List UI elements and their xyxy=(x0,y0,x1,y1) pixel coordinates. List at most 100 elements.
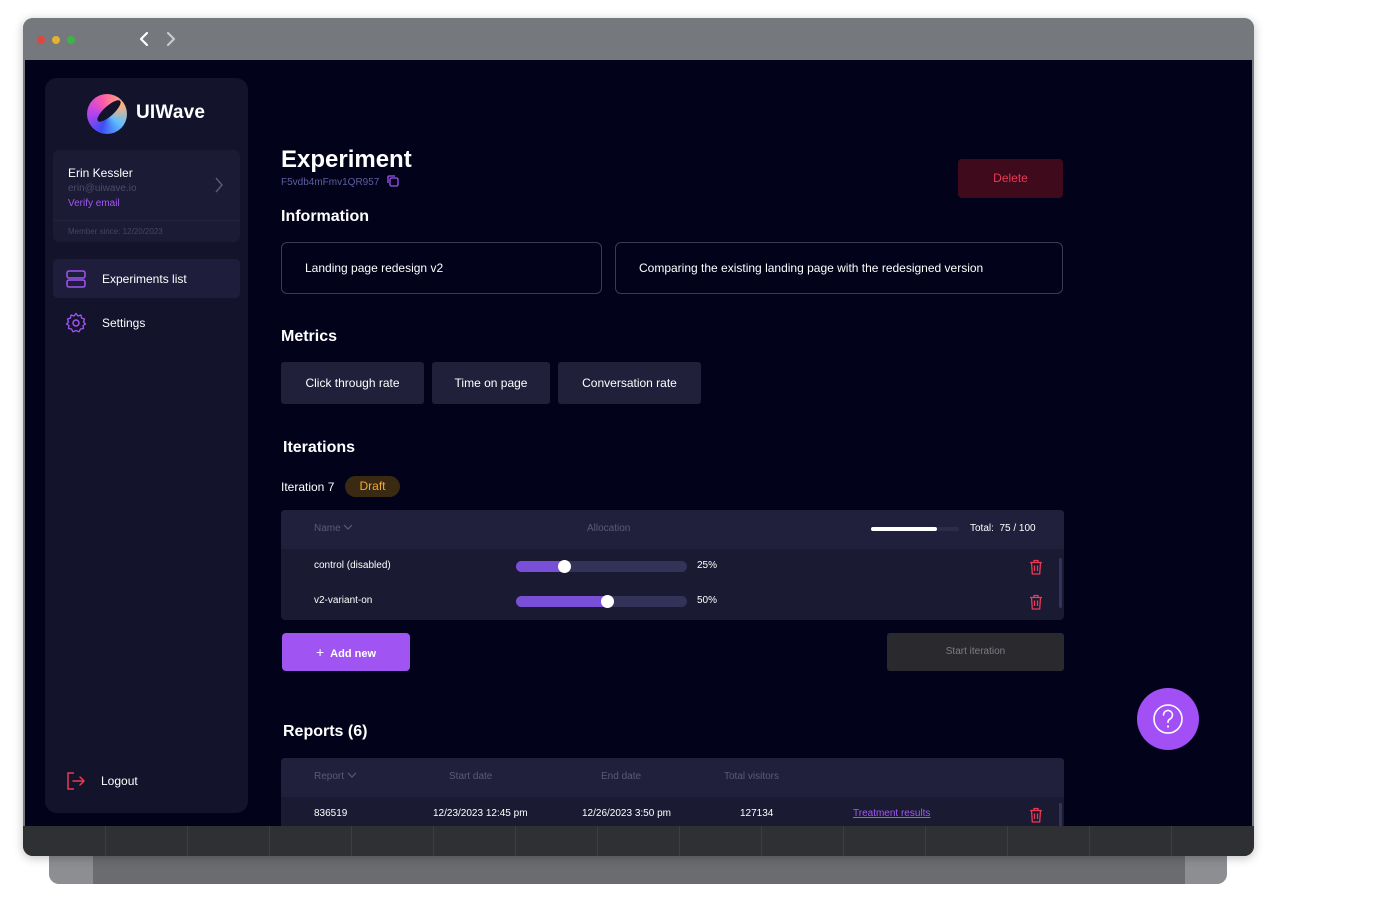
reports-table: Report Start date End date Total visitor… xyxy=(281,758,1064,826)
allocation-percent: 25% xyxy=(697,560,718,571)
sidebar-item-label: Settings xyxy=(102,316,146,330)
treatment-results-link[interactable]: Treatment results xyxy=(853,808,930,819)
app-screen: UIWave Erin Kessler erin@uiwave.io Verif… xyxy=(25,60,1252,826)
plus-icon: + xyxy=(315,644,325,660)
table-scrollbar[interactable] xyxy=(1059,803,1062,826)
key-divider xyxy=(187,826,188,856)
help-button[interactable] xyxy=(1137,688,1199,750)
key-divider xyxy=(597,826,598,856)
reports-heading: Reports (6) xyxy=(283,723,368,740)
sidebar-item-settings[interactable]: Settings xyxy=(53,303,240,342)
total-label: Total: xyxy=(970,523,994,534)
information-heading: Information xyxy=(281,208,369,225)
logout-button[interactable]: Logout xyxy=(65,770,185,794)
sidebar-item-experiments[interactable]: Experiments list xyxy=(53,259,240,298)
add-new-label: Add new xyxy=(330,648,377,660)
page-title: Experiment xyxy=(281,146,412,173)
verify-email-link[interactable]: Verify email xyxy=(68,198,120,209)
key-divider xyxy=(433,826,434,856)
laptop-keyboard-edge xyxy=(23,826,1254,856)
profile-name: Erin Kessler xyxy=(68,166,133,180)
back-arrow-icon[interactable] xyxy=(133,28,155,50)
metric-time-on-page[interactable]: Time on page xyxy=(432,362,550,404)
total-allocation: Total: 75 / 100 xyxy=(970,523,1036,534)
allocation-slider[interactable] xyxy=(516,595,687,608)
experiment-id: F5vdb4mFmv1QR957 xyxy=(281,177,380,188)
key-divider xyxy=(761,826,762,856)
brand-name: UIWave xyxy=(136,102,206,123)
column-label: Report xyxy=(314,771,345,782)
status-badge: Draft xyxy=(345,476,400,497)
report-id: 836519 xyxy=(314,808,348,819)
profile-divider xyxy=(53,220,240,221)
key-divider xyxy=(515,826,516,856)
total-allocation-fill xyxy=(871,527,937,531)
variant-name: v2-variant-on xyxy=(314,595,373,606)
sidebar-item-label: Experiments list xyxy=(102,272,187,286)
question-icon xyxy=(1153,704,1183,734)
forward-arrow-icon[interactable] xyxy=(160,28,182,50)
report-visitors: 127134 xyxy=(740,808,774,819)
table-row: v2-variant-on 50% xyxy=(281,584,1064,619)
trash-icon[interactable] xyxy=(1029,594,1043,610)
trash-icon[interactable] xyxy=(1029,807,1043,823)
table-row: control (disabled) 25% xyxy=(281,549,1064,584)
column-label: Name xyxy=(314,523,341,534)
key-divider xyxy=(1007,826,1008,856)
total-visitors-column-header: Total visitors xyxy=(724,771,780,782)
slider-handle[interactable] xyxy=(558,560,572,573)
title-bar xyxy=(23,18,1254,60)
start-iteration-button[interactable]: Start iteration xyxy=(887,633,1064,671)
key-divider xyxy=(843,826,844,856)
logout-label: Logout xyxy=(101,774,138,788)
iteration-label: Iteration 7 xyxy=(281,480,335,494)
minimize-window-dot[interactable] xyxy=(52,36,60,44)
experiment-name-field[interactable]: Landing page redesign v2 xyxy=(281,242,602,294)
profile-card[interactable]: Erin Kessler erin@uiwave.io Verify email… xyxy=(53,150,240,242)
key-divider xyxy=(1089,826,1090,856)
allocation-slider[interactable] xyxy=(516,560,687,573)
chevron-right-icon[interactable] xyxy=(214,176,224,199)
copy-icon[interactable] xyxy=(386,174,400,193)
close-window-dot[interactable] xyxy=(37,36,45,44)
list-icon xyxy=(65,268,87,290)
report-column-header[interactable]: Report xyxy=(314,771,357,782)
experiment-description-field[interactable]: Comparing the existing landing page with… xyxy=(615,242,1063,294)
maximize-window-dot[interactable] xyxy=(67,36,75,44)
browser-window: UIWave Erin Kessler erin@uiwave.io Verif… xyxy=(23,18,1254,856)
key-divider xyxy=(351,826,352,856)
key-divider xyxy=(925,826,926,856)
metrics-heading: Metrics xyxy=(281,328,338,345)
add-new-button[interactable]: + Add new xyxy=(282,633,410,671)
report-start-date: 12/23/2023 12:45 pm xyxy=(433,808,528,819)
member-since: Member since: 12/20/2023 xyxy=(68,227,163,236)
total-allocation-bar xyxy=(871,527,959,531)
gear-icon xyxy=(65,312,87,334)
key-divider xyxy=(679,826,680,856)
slider-fill xyxy=(516,596,608,607)
trash-icon[interactable] xyxy=(1029,559,1043,575)
allocation-column-header: Allocation xyxy=(587,523,631,534)
key-divider xyxy=(1171,826,1172,856)
sidebar: UIWave Erin Kessler erin@uiwave.io Verif… xyxy=(45,78,248,813)
table-header: Report Start date End date Total visitor… xyxy=(281,758,1064,797)
chevron-down-icon xyxy=(347,772,357,778)
profile-email: erin@uiwave.io xyxy=(68,183,137,194)
chevron-down-icon xyxy=(344,524,353,530)
table-scrollbar[interactable] xyxy=(1059,558,1062,608)
end-date-column-header: End date xyxy=(601,771,642,782)
start-date-column-header: Start date xyxy=(449,771,493,782)
iterations-heading: Iterations xyxy=(283,439,356,456)
metric-conversation-rate[interactable]: Conversation rate xyxy=(558,362,701,404)
key-divider xyxy=(105,826,106,856)
allocation-percent: 50% xyxy=(697,595,718,606)
total-value: 75 / 100 xyxy=(999,523,1036,534)
metric-click-through-rate[interactable]: Click through rate xyxy=(281,362,424,404)
iterations-table: Name Allocation Total: 75 / 100 control … xyxy=(281,510,1064,620)
report-end-date: 12/26/2023 3:50 pm xyxy=(582,808,671,819)
delete-button[interactable]: Delete xyxy=(958,159,1063,198)
slider-handle[interactable] xyxy=(601,595,614,608)
table-header: Name Allocation Total: 75 / 100 xyxy=(281,510,1064,549)
name-column-header[interactable]: Name xyxy=(314,523,353,534)
key-divider xyxy=(269,826,270,856)
